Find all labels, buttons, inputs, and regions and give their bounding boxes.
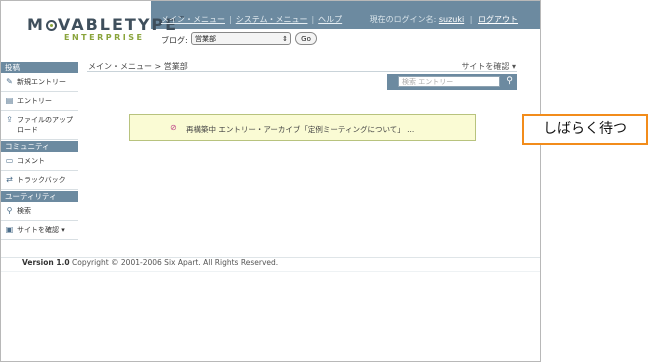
rebuild-status-message: ⊘ 再構築中 エントリー・アーカイブ「定例ミーティングについて」 ...: [129, 114, 476, 141]
new-entry-icon: ✎: [6, 77, 13, 86]
sidebar-item-label: 検索: [17, 207, 31, 215]
app-window: M VABLETYPE™ ENTERPRISE メイン・メニュー | システム・メニュ…: [0, 0, 541, 362]
nav-separator: |: [311, 15, 315, 24]
nav-help[interactable]: ヘルプ: [318, 15, 342, 24]
sidebar-item-label: 新規エントリー: [17, 78, 66, 86]
sidebar-item-label: サイトを確認 ▾: [17, 226, 65, 234]
sidebar-section-post: 投稿: [1, 62, 78, 73]
rebuild-icon: ⊘: [170, 123, 177, 132]
sidebar-item-search[interactable]: ⚲ 検索: [1, 202, 78, 221]
nav-system-menu[interactable]: システム・メニュー: [236, 15, 308, 24]
divider: [1, 271, 540, 272]
search-input[interactable]: 検索 エントリー: [398, 76, 500, 87]
blog-select-value: 営業部: [195, 35, 216, 43]
login-username[interactable]: suzuki: [439, 15, 464, 24]
nav-separator: |: [469, 15, 473, 24]
sidebar-item-label: トラックバック: [17, 176, 66, 184]
divider: [87, 71, 517, 72]
sidebar-item-upload[interactable]: ⇪ ファイルのアップロード: [1, 111, 78, 140]
top-nav: メイン・メニュー | システム・メニュー | ヘルプ: [161, 14, 342, 25]
select-arrows-icon: ⇕: [282, 35, 288, 43]
footer-copyright: Copyright © 2001-2006 Six Apart. All Rig…: [72, 258, 279, 267]
upload-icon: ⇪: [6, 115, 13, 124]
sidebar-item-view-site[interactable]: ▣ サイトを確認 ▾: [1, 221, 78, 240]
sidebar-item-entries[interactable]: ▤ エントリー: [1, 92, 78, 111]
sidebar-section-utility: ユーティリティ: [1, 191, 78, 202]
wait-label: しばらく待つ: [522, 114, 648, 145]
nav-separator: |: [229, 15, 232, 24]
sidebar-item-label: コメント: [17, 157, 45, 165]
sidebar-item-label: ファイルのアップロード: [17, 116, 73, 134]
header: M VABLETYPE™ ENTERPRISE メイン・メニュー | システム・メニュ…: [1, 1, 540, 53]
sidebar-item-comments[interactable]: ▭ コメント: [1, 152, 78, 171]
sidebar-item-trackbacks[interactable]: ⇄ トラックバック: [1, 171, 78, 190]
footer-version: Version 1.0: [22, 258, 70, 267]
sidebar: 投稿 ✎ 新規エントリー ▤ エントリー ⇪ ファイルのアップロード コミュニテ…: [1, 61, 78, 240]
sidebar-item-label: エントリー: [17, 97, 52, 105]
sidebar-section-community: コミュニティ: [1, 141, 78, 152]
logout-link[interactable]: ログアウト: [478, 15, 518, 24]
comment-icon: ▭: [5, 156, 14, 165]
logo-subtitle: ENTERPRISE: [64, 33, 145, 42]
entry-icon: ▤: [5, 96, 14, 105]
login-prefix: 現在のログイン名:: [369, 15, 437, 24]
site-icon: ▣: [5, 225, 14, 234]
logo-o-icon: [45, 20, 57, 31]
blog-label: ブログ:: [161, 36, 188, 45]
footer: Version 1.0 Copyright © 2001-2006 Six Ap…: [22, 258, 278, 267]
search-icon: ⚲: [6, 206, 13, 215]
trackback-icon: ⇄: [6, 175, 13, 184]
nav-main-menu[interactable]: メイン・メニュー: [161, 15, 225, 24]
search-button-icon[interactable]: ⚲: [504, 76, 515, 87]
login-info: 現在のログイン名: suzuki | ログアウト: [370, 14, 518, 25]
go-button[interactable]: Go: [295, 32, 317, 45]
rebuild-status-text: 再構築中 エントリー・アーカイブ「定例ミーティングについて」 ...: [186, 125, 415, 134]
blog-select[interactable]: 営業部 ⇕: [191, 32, 291, 45]
sidebar-item-new-entry[interactable]: ✎ 新規エントリー: [1, 73, 78, 92]
